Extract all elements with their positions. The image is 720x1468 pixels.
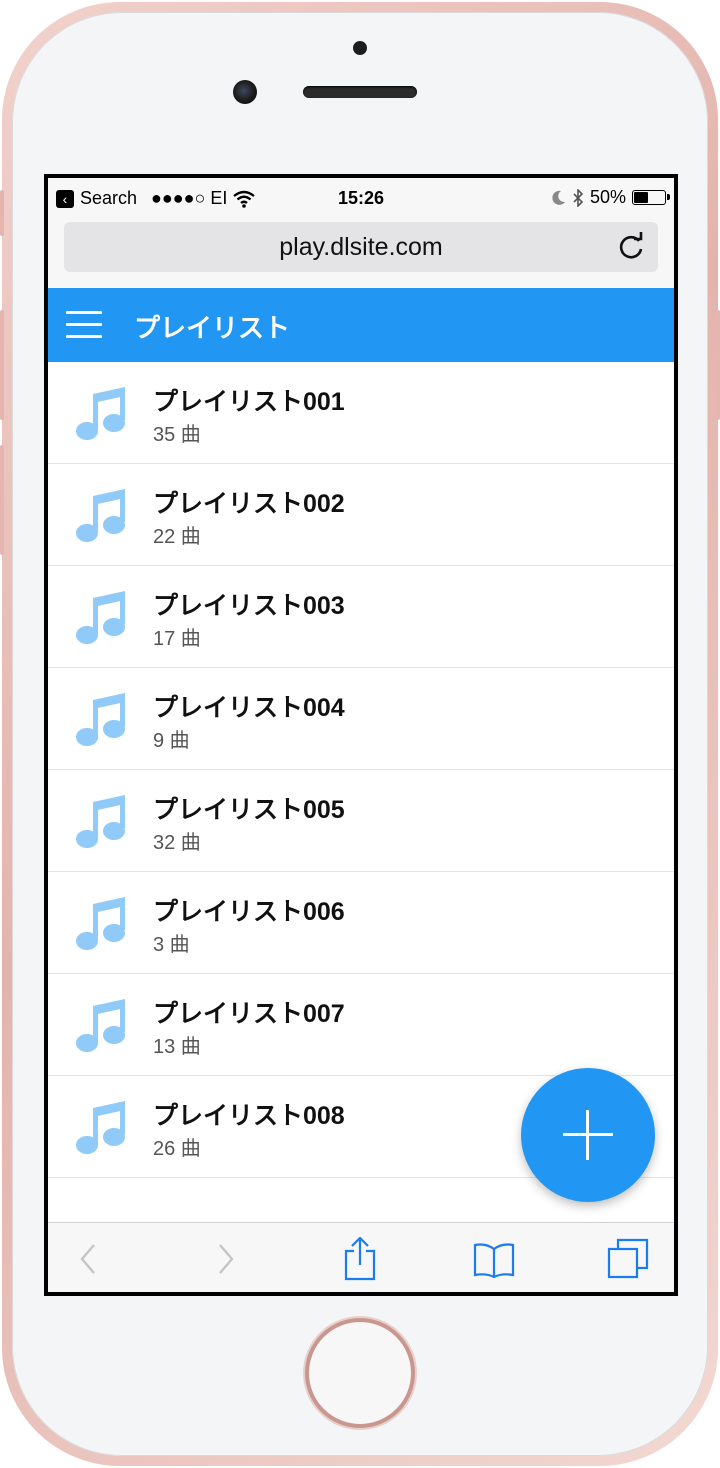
display: ‹ Search ●●●●○ EI 15:26 50% play.dlsite.… bbox=[48, 178, 674, 1292]
browser-toolbar bbox=[48, 1222, 674, 1292]
music-note-icon bbox=[76, 897, 125, 950]
playlist-row[interactable]: プレイリスト004 9 曲 bbox=[48, 668, 674, 770]
playlist-name: プレイリスト002 bbox=[153, 490, 345, 518]
volume-up-button bbox=[0, 310, 4, 420]
playlist-row[interactable]: プレイリスト001 35 曲 bbox=[48, 362, 674, 464]
mute-switch bbox=[0, 190, 4, 236]
battery-percent: 50% bbox=[589, 187, 626, 207]
playlist-name: プレイリスト007 bbox=[153, 1000, 345, 1028]
forward-chevron-icon[interactable] bbox=[202, 1237, 246, 1281]
track-count: 17 曲 bbox=[153, 628, 201, 650]
playlist-list: プレイリスト001 35 曲 プレイリスト002 22 曲 プレイリスト003 … bbox=[48, 362, 674, 1178]
screen: ‹ Search ●●●●○ EI 15:26 50% play.dlsite.… bbox=[44, 174, 678, 1296]
volume-down-button bbox=[0, 445, 4, 555]
music-note-icon bbox=[76, 387, 125, 440]
music-note-icon bbox=[76, 795, 125, 848]
earpiece-speaker bbox=[303, 86, 417, 98]
url-text[interactable]: play.dlsite.com bbox=[64, 233, 658, 262]
music-note-icon bbox=[76, 489, 125, 542]
playlist-name: プレイリスト008 bbox=[153, 1102, 345, 1130]
front-camera bbox=[233, 80, 257, 104]
track-count: 26 曲 bbox=[153, 1138, 201, 1160]
playlist-name: プレイリスト005 bbox=[153, 796, 345, 824]
power-button bbox=[716, 310, 720, 420]
share-icon[interactable] bbox=[338, 1237, 382, 1281]
track-count: 22 曲 bbox=[153, 526, 201, 548]
music-note-icon bbox=[76, 591, 125, 644]
playlist-name: プレイリスト004 bbox=[153, 694, 345, 722]
add-playlist-button[interactable] bbox=[521, 1068, 655, 1202]
back-chevron-icon[interactable] bbox=[68, 1237, 112, 1281]
playlist-row[interactable]: プレイリスト002 22 曲 bbox=[48, 464, 674, 566]
track-count: 13 曲 bbox=[153, 1036, 201, 1058]
track-count: 35 曲 bbox=[153, 424, 201, 446]
battery-level bbox=[634, 192, 648, 203]
playlist-name: プレイリスト003 bbox=[153, 592, 345, 620]
bookmarks-icon[interactable] bbox=[472, 1237, 516, 1281]
track-count: 9 曲 bbox=[153, 730, 190, 752]
playlist-row[interactable]: プレイリスト006 3 曲 bbox=[48, 872, 674, 974]
bluetooth-icon bbox=[573, 188, 584, 207]
playlist-row[interactable]: プレイリスト005 32 曲 bbox=[48, 770, 674, 872]
page-title: プレイリスト bbox=[134, 313, 291, 343]
music-note-icon bbox=[76, 999, 125, 1052]
track-count: 3 曲 bbox=[153, 934, 190, 956]
playlist-row[interactable]: プレイリスト003 17 曲 bbox=[48, 566, 674, 668]
battery-icon bbox=[632, 190, 670, 205]
status-right: 50% bbox=[552, 187, 670, 208]
app-bar: プレイリスト bbox=[48, 288, 674, 362]
tabs-icon[interactable] bbox=[606, 1237, 650, 1281]
home-button[interactable] bbox=[305, 1318, 415, 1428]
proximity-sensor bbox=[353, 41, 367, 55]
playlist-name: プレイリスト006 bbox=[153, 898, 345, 926]
music-note-icon bbox=[76, 693, 125, 746]
playlist-row[interactable]: プレイリスト007 13 曲 bbox=[48, 974, 674, 1076]
track-count: 32 曲 bbox=[153, 832, 201, 854]
reload-icon[interactable] bbox=[614, 230, 648, 264]
plus-icon-stroke bbox=[586, 1110, 589, 1160]
moon-icon bbox=[552, 190, 565, 205]
playlist-name: プレイリスト001 bbox=[153, 388, 345, 416]
address-bar[interactable]: play.dlsite.com bbox=[64, 222, 658, 272]
music-note-icon bbox=[76, 1101, 125, 1154]
hamburger-menu-icon[interactable] bbox=[66, 311, 102, 339]
status-bar: ‹ Search ●●●●○ EI 15:26 50% bbox=[48, 178, 674, 218]
